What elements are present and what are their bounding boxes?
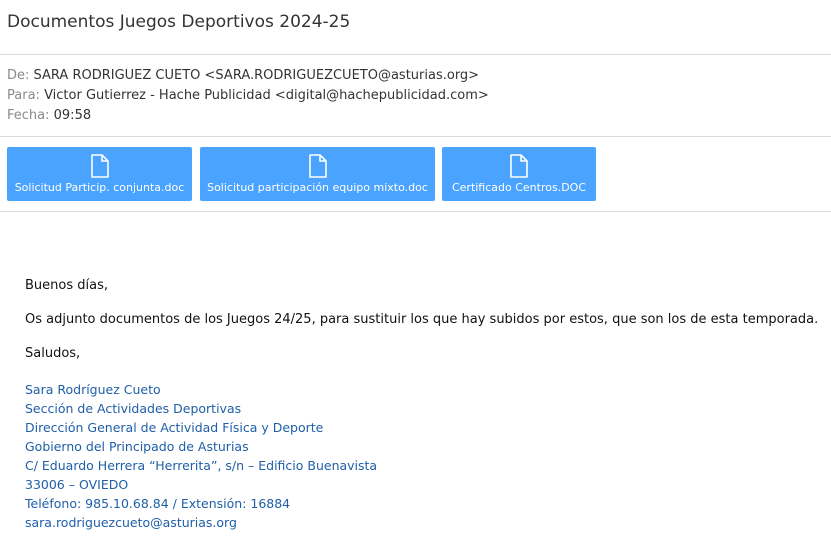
signature-email[interactable]: sara.rodriguezcueto@asturias.org xyxy=(25,513,831,532)
attachment-button[interactable]: Solicitud Particip. conjunta.doc xyxy=(7,147,192,201)
signature-direction: Dirección General de Actividad Física y … xyxy=(25,420,324,435)
to-label: Para: xyxy=(7,88,40,103)
attachment-button[interactable]: Certificado Centros.DOC xyxy=(442,147,596,201)
to-row: Para: Victor Gutierrez - Hache Publicida… xyxy=(7,86,831,106)
greeting: Buenos días, xyxy=(25,278,108,293)
signature-government: Gobierno del Principado de Asturias xyxy=(25,439,249,454)
closing: Saludos, xyxy=(25,346,81,361)
subject-bar: Documentos Juegos Deportivos 2024-25 xyxy=(0,0,831,55)
email-subject: Documentos Juegos Deportivos 2024-25 xyxy=(7,12,351,32)
date-value: 09:58 xyxy=(53,108,92,123)
signature-section: Sección de Actividades Deportivas xyxy=(25,401,242,416)
signature-name: Sara Rodríguez Cueto xyxy=(25,382,161,397)
file-icon xyxy=(510,154,528,178)
signature-address: C/ Eduardo Herrera “Herrerita”, s/n – Ed… xyxy=(25,458,378,473)
email-header: De: SARA RODRIGUEZ CUETO <SARA.RODRIGUEZ… xyxy=(0,55,831,137)
to-value[interactable]: Victor Gutierrez - Hache Publicidad <dig… xyxy=(44,88,489,103)
signature-city: 33006 – OVIEDO xyxy=(25,477,129,492)
date-row: Fecha: 09:58 xyxy=(7,106,831,126)
attachment-name: Certificado Centros.DOC xyxy=(451,181,587,194)
from-value[interactable]: SARA RODRIGUEZ CUETO <SARA.RODRIGUEZCUET… xyxy=(34,68,480,83)
date-label: Fecha: xyxy=(7,108,50,123)
file-icon xyxy=(308,154,327,178)
attachment-name: Solicitud participación equipo mixto.doc xyxy=(207,181,428,194)
signature-phone: Teléfono: 985.10.68.84 / Extensión: 1688… xyxy=(25,496,291,511)
from-label: De: xyxy=(7,68,30,83)
from-row: De: SARA RODRIGUEZ CUETO <SARA.RODRIGUEZ… xyxy=(7,66,831,86)
message-text: Os adjunto documentos de los Juegos 24/2… xyxy=(25,312,819,327)
signature: Sara Rodríguez Cueto Sección de Activida… xyxy=(25,380,831,532)
email-body: Buenos días, Os adjunto documentos de lo… xyxy=(0,212,831,532)
attachment-button[interactable]: Solicitud participación equipo mixto.doc xyxy=(200,147,435,201)
attachment-name: Solicitud Particip. conjunta.doc xyxy=(14,181,185,194)
file-icon xyxy=(90,154,109,178)
attachments-bar: Solicitud Particip. conjunta.doc Solicit… xyxy=(0,137,831,212)
